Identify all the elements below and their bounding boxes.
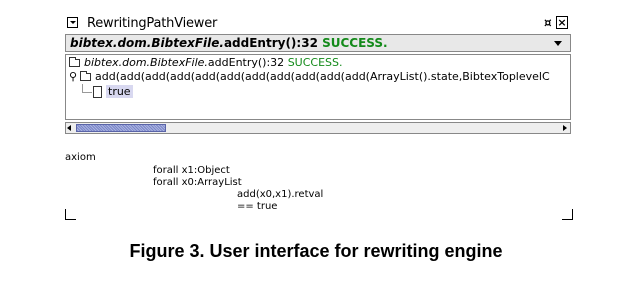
selected-status: SUCCESS. — [322, 36, 388, 50]
scroll-thumb[interactable] — [76, 124, 166, 132]
figure-caption: Figure 3. User interface for rewriting e… — [129, 241, 503, 261]
title-bar: RewritingPathViewer ¤ × — [65, 14, 572, 33]
document-icon — [93, 86, 102, 98]
folder-icon — [80, 71, 91, 81]
selected-method: addEntry():32 — [223, 36, 318, 50]
axiom-line: forall x0:ArrayList — [153, 177, 242, 188]
scroll-right-icon[interactable] — [563, 125, 567, 131]
axiom-line: == true — [237, 201, 278, 212]
selected-class-path: bibtex.dom.BibtexFile. — [70, 36, 224, 50]
path-selector-dropdown[interactable]: bibtex.dom.BibtexFile.addEntry():32 SUCC… — [65, 34, 571, 52]
chevron-down-icon[interactable] — [554, 41, 562, 46]
expression-label: add(add(add(add(add(add(add(add(add(add(… — [95, 70, 550, 83]
tree-connector — [82, 92, 92, 93]
axiom-line: forall x1:Object — [153, 165, 230, 176]
panel-corner-bottom-right — [562, 209, 573, 220]
folder-icon — [69, 57, 80, 67]
root-class-path: bibtex.dom.BibtexFile. — [84, 56, 208, 69]
tree-connector — [82, 84, 83, 92]
rewriting-path-viewer-window: RewritingPathViewer ¤ × bibtex.dom.Bibte… — [65, 14, 572, 144]
axiom-heading: axiom — [65, 152, 96, 163]
panel-corner-bottom-left — [65, 209, 76, 220]
expand-handle-icon[interactable]: ⚲ — [69, 70, 77, 83]
selected-path: bibtex.dom.BibtexFile.addEntry():32 SUCC… — [70, 36, 388, 50]
float-icon[interactable]: ¤ — [544, 16, 552, 30]
rewriting-tree: bibtex.dom.BibtexFile.addEntry():32 SUCC… — [65, 54, 571, 120]
axiom-line: add(x0,x1).retval — [237, 189, 324, 200]
axiom-panel: axiom forall x1:Object forall x0:ArrayLi… — [65, 152, 572, 232]
scroll-left-icon[interactable] — [67, 125, 71, 131]
tree-node-label: bibtex.dom.BibtexFile.addEntry():32 SUCC… — [84, 56, 343, 69]
window-menu-icon[interactable] — [67, 17, 78, 28]
root-status: SUCCESS. — [287, 56, 343, 69]
close-icon[interactable]: × — [556, 16, 568, 29]
root-method: addEntry():32 — [207, 56, 285, 69]
window-title: RewritingPathViewer — [87, 16, 218, 31]
leaf-label: true — [106, 85, 133, 98]
horizontal-scrollbar[interactable] — [65, 122, 571, 134]
